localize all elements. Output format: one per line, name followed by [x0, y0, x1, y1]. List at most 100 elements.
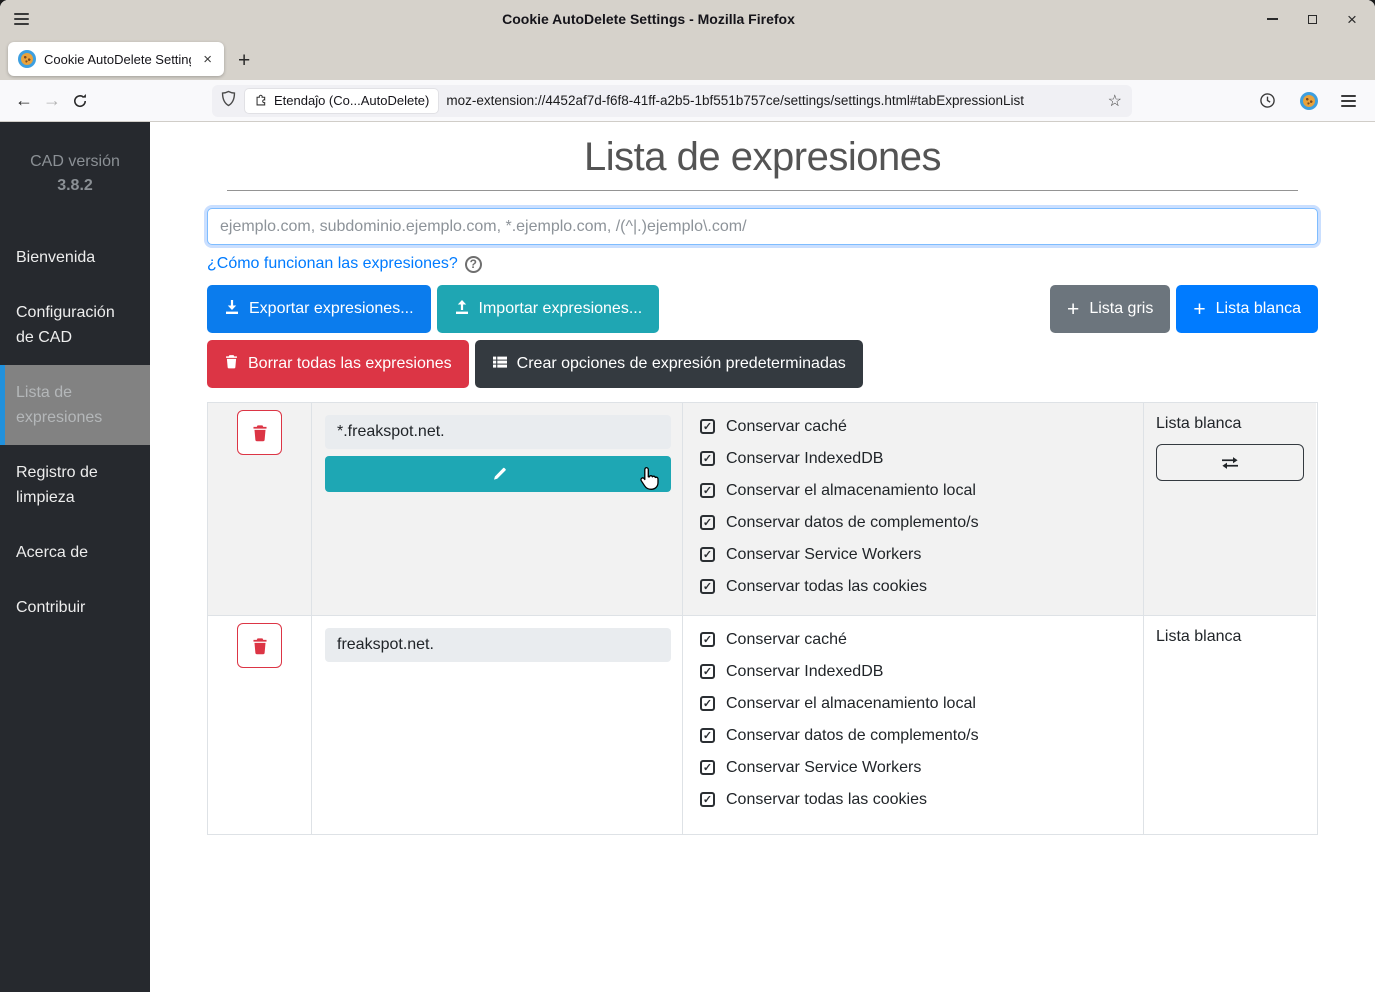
import-expressions-button[interactable]: Importar expresiones...	[437, 285, 660, 333]
title-divider	[227, 190, 1298, 191]
checkbox-checked-icon[interactable]	[700, 515, 715, 530]
upload-icon	[454, 299, 470, 320]
checkbox-checked-icon[interactable]	[700, 696, 715, 711]
delete-expression-button[interactable]	[237, 623, 282, 668]
option-keep-all-cookies[interactable]: Conservar todas las cookies	[700, 575, 1143, 598]
cookie-autodelete-extension-icon[interactable]	[1300, 92, 1318, 110]
tab-title: Cookie AutoDelete Settings	[44, 52, 191, 67]
checkbox-checked-icon[interactable]	[700, 419, 715, 434]
sidebar-item-contribuir[interactable]: Contribuir	[0, 580, 150, 635]
window-title: Cookie AutoDelete Settings - Mozilla Fir…	[32, 11, 1265, 27]
expression-input[interactable]	[207, 208, 1318, 245]
checkbox-checked-icon[interactable]	[700, 451, 715, 466]
checkbox-checked-icon[interactable]	[700, 760, 715, 775]
bookmark-star-icon[interactable]: ☆	[1108, 91, 1122, 111]
option-keep-all-cookies[interactable]: Conservar todas las cookies	[700, 788, 1143, 811]
close-button[interactable]: ×	[1345, 12, 1359, 26]
toggle-list-type-button[interactable]	[1156, 444, 1304, 481]
url-bar[interactable]: Etendaĵo (Co...AutoDelete) moz-extension…	[212, 85, 1132, 117]
export-expressions-button[interactable]: Exportar expresiones...	[207, 285, 431, 333]
checkbox-checked-icon[interactable]	[700, 664, 715, 679]
application-menu-icon[interactable]	[1337, 90, 1359, 112]
cad-version-number: 3.8.2	[0, 174, 150, 198]
table-cell-delete	[208, 616, 312, 834]
expression-value[interactable]: *.freakspot.net.	[325, 415, 671, 449]
list-type-label: Lista blanca	[1156, 628, 1304, 646]
create-defaults-label: Crear opciones de expresión predetermina…	[517, 355, 846, 373]
tab-bar: Cookie AutoDelete Settings × +	[0, 38, 1375, 80]
tab-cookie-autodelete-settings[interactable]: Cookie AutoDelete Settings ×	[8, 42, 224, 76]
sidebar: CAD versión 3.8.2 Bienvenida Configuraci…	[0, 122, 150, 992]
sidebar-item-acerca-de[interactable]: Acerca de	[0, 525, 150, 580]
new-tab-button[interactable]: +	[238, 50, 250, 71]
expressions-help-link[interactable]: ¿Cómo funcionan las expresiones?	[207, 255, 458, 273]
import-expressions-label: Importar expresiones...	[479, 300, 643, 318]
delete-expression-button[interactable]	[237, 410, 282, 455]
extension-permission-badge[interactable]: Etendaĵo (Co...AutoDelete)	[245, 89, 438, 113]
checkbox-checked-icon[interactable]	[700, 579, 715, 594]
list-icon	[492, 354, 508, 375]
forward-icon: →	[38, 87, 66, 115]
checkbox-checked-icon[interactable]	[700, 728, 715, 743]
plus-icon: +	[1193, 299, 1205, 320]
maximize-button[interactable]	[1305, 12, 1319, 26]
sidebar-item-registro-de-limpieza[interactable]: Registro de limpieza	[0, 445, 150, 525]
list-type-label: Lista blanca	[1156, 415, 1304, 433]
extension-badge-label: Etendaĵo (Co...AutoDelete)	[274, 93, 429, 108]
trash-icon	[224, 354, 239, 374]
option-keep-service-workers[interactable]: Conservar Service Workers	[700, 543, 1143, 566]
edit-expression-button[interactable]	[325, 456, 671, 492]
back-icon[interactable]: ←	[10, 87, 38, 115]
option-keep-indexeddb[interactable]: Conservar IndexedDB	[700, 660, 1143, 683]
shield-icon[interactable]	[220, 90, 237, 112]
sidebar-item-configuracion[interactable]: Configuración de CAD	[0, 285, 150, 365]
white-list-label: Lista blanca	[1216, 300, 1301, 318]
plus-icon: +	[1067, 299, 1079, 320]
table-cell-list-type: Lista blanca	[1144, 403, 1316, 616]
delete-all-expressions-button[interactable]: Borrar todas las expresiones	[207, 340, 469, 388]
add-grey-list-button[interactable]: + Lista gris	[1050, 285, 1170, 333]
table-cell-delete	[208, 403, 312, 616]
option-keep-plugin-data[interactable]: Conservar datos de complemento/s	[700, 511, 1143, 534]
option-keep-cache[interactable]: Conservar caché	[700, 415, 1143, 438]
firefox-window: Cookie AutoDelete Settings - Mozilla Fir…	[0, 0, 1375, 992]
option-keep-plugin-data[interactable]: Conservar datos de complemento/s	[700, 724, 1143, 747]
expression-value[interactable]: freakspot.net.	[325, 628, 671, 662]
download-icon	[224, 299, 240, 320]
add-white-list-button[interactable]: + Lista blanca	[1176, 285, 1318, 333]
cookie-autodelete-favicon	[18, 50, 36, 68]
checkbox-checked-icon[interactable]	[700, 792, 715, 807]
tab-close-icon[interactable]: ×	[199, 51, 216, 68]
cad-version-label: CAD versión	[0, 150, 150, 174]
checkbox-checked-icon[interactable]	[700, 483, 715, 498]
cad-version: CAD versión 3.8.2	[0, 150, 150, 198]
navigation-toolbar: ← → Etendaĵo (Co...AutoDelete) moz-exten…	[0, 80, 1375, 122]
table-cell-options: Conservar caché Conservar IndexedDB Cons…	[683, 403, 1144, 616]
sidebar-item-lista-de-expresiones[interactable]: Lista de expresiones	[0, 365, 150, 445]
option-keep-indexeddb[interactable]: Conservar IndexedDB	[700, 447, 1143, 470]
option-keep-service-workers[interactable]: Conservar Service Workers	[700, 756, 1143, 779]
expression-table: *.freakspot.net. Conservar caché Conserv…	[207, 402, 1318, 835]
history-clock-icon[interactable]	[1253, 87, 1281, 115]
table-cell-list-type: Lista blanca	[1144, 616, 1316, 834]
window-menu-icon[interactable]	[10, 8, 32, 30]
create-default-expression-options-button[interactable]: Crear opciones de expresión predetermina…	[475, 340, 863, 388]
option-keep-localstorage[interactable]: Conservar el almacenamiento local	[700, 479, 1143, 502]
table-cell-expression: *.freakspot.net.	[312, 403, 683, 616]
option-keep-localstorage[interactable]: Conservar el almacenamiento local	[700, 692, 1143, 715]
reload-icon[interactable]	[66, 87, 94, 115]
url-text[interactable]: moz-extension://4452af7d-f6f8-41ff-a2b5-…	[446, 93, 1099, 108]
checkbox-checked-icon[interactable]	[700, 547, 715, 562]
option-keep-cache[interactable]: Conservar caché	[700, 628, 1143, 651]
puzzle-piece-icon	[254, 92, 268, 109]
question-mark-icon[interactable]: ?	[465, 256, 482, 273]
settings-main: Lista de expresiones ¿Cómo funcionan las…	[150, 122, 1375, 992]
export-expressions-label: Exportar expresiones...	[249, 300, 414, 318]
window-titlebar: Cookie AutoDelete Settings - Mozilla Fir…	[0, 0, 1375, 38]
grey-list-label: Lista gris	[1089, 300, 1153, 318]
checkbox-checked-icon[interactable]	[700, 632, 715, 647]
delete-all-label: Borrar todas las expresiones	[248, 355, 452, 373]
sidebar-item-bienvenida[interactable]: Bienvenida	[0, 230, 150, 285]
page-title: Lista de expresiones	[207, 135, 1318, 180]
minimize-button[interactable]	[1265, 12, 1279, 26]
